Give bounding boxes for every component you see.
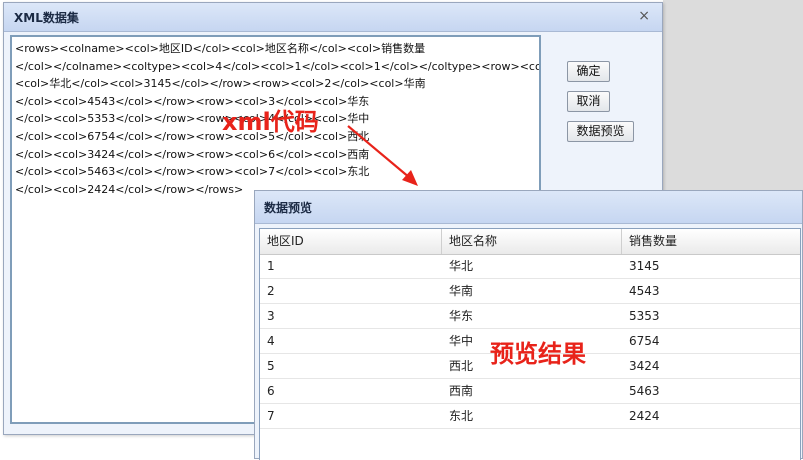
cell-region-name: 西南	[449, 384, 474, 398]
preview-dialog-title: 数据预览	[264, 201, 313, 215]
cell-sales: 6754	[629, 334, 660, 348]
cell-region-id: 1	[267, 259, 275, 273]
xml-code-line: </col><col>3424</col></row><row><col>6</…	[15, 147, 370, 161]
cell-sales: 2424	[629, 409, 660, 423]
column-header-region-name[interactable]: 地区名称	[442, 229, 622, 254]
cell-region-name: 华北	[449, 259, 474, 273]
table-row[interactable]: 7 东北 2424	[260, 404, 800, 429]
cell-region-id: 6	[267, 384, 275, 398]
cell-region-name: 东北	[449, 409, 474, 423]
preview-dialog-titlebar[interactable]: 数据预览	[255, 191, 802, 224]
data-preview-dialog: 数据预览 地区ID 地区名称 销售数量 1 华北 3145 2 华南 4543 3 华东 535…	[254, 190, 803, 460]
column-header-sales[interactable]: 销售数量	[622, 229, 802, 254]
cell-sales: 5353	[629, 309, 660, 323]
cell-region-name: 华南	[449, 284, 474, 298]
grid-header: 地区ID 地区名称 销售数量	[260, 229, 800, 255]
cell-sales: 3424	[629, 359, 660, 373]
ok-button[interactable]: 确定	[567, 61, 610, 82]
cell-region-id: 4	[267, 334, 275, 348]
cell-region-id: 5	[267, 359, 275, 373]
xml-code-line: </col></colname><coltype><col>4</col><co…	[15, 59, 541, 73]
cell-sales: 5463	[629, 384, 660, 398]
table-row[interactable]: 6 西南 5463	[260, 379, 800, 404]
table-row[interactable]: 1 华北 3145	[260, 254, 800, 279]
cell-sales: 3145	[629, 259, 660, 273]
data-preview-button[interactable]: 数据预览	[567, 121, 634, 142]
xml-code-line: <col>华北</col><col>3145</col></row><row><…	[15, 77, 426, 91]
xml-dialog-titlebar[interactable]: XML数据集 ×	[4, 3, 662, 32]
xml-code-line: </col><col>5463</col></row><row><col>7</…	[15, 165, 370, 179]
cell-region-id: 3	[267, 309, 275, 323]
background-panel	[663, 0, 803, 190]
xml-code-line: <rows><colname><col>地区ID</col><col>地区名称<…	[15, 42, 426, 55]
cancel-button[interactable]: 取消	[567, 91, 610, 112]
xml-dialog-title: XML数据集	[14, 11, 79, 25]
cell-sales: 4543	[629, 284, 660, 298]
xml-code-annotation: xml代码	[222, 108, 319, 136]
cell-region-id: 7	[267, 409, 275, 423]
preview-result-annotation: 预览结果	[490, 340, 586, 368]
close-icon[interactable]: ×	[638, 8, 650, 24]
table-row[interactable]: 3 华东 5353	[260, 304, 800, 329]
cell-region-id: 2	[267, 284, 275, 298]
cell-region-name: 华东	[449, 309, 474, 323]
column-header-region-id[interactable]: 地区ID	[260, 229, 442, 254]
table-row[interactable]: 2 华南 4543	[260, 279, 800, 304]
